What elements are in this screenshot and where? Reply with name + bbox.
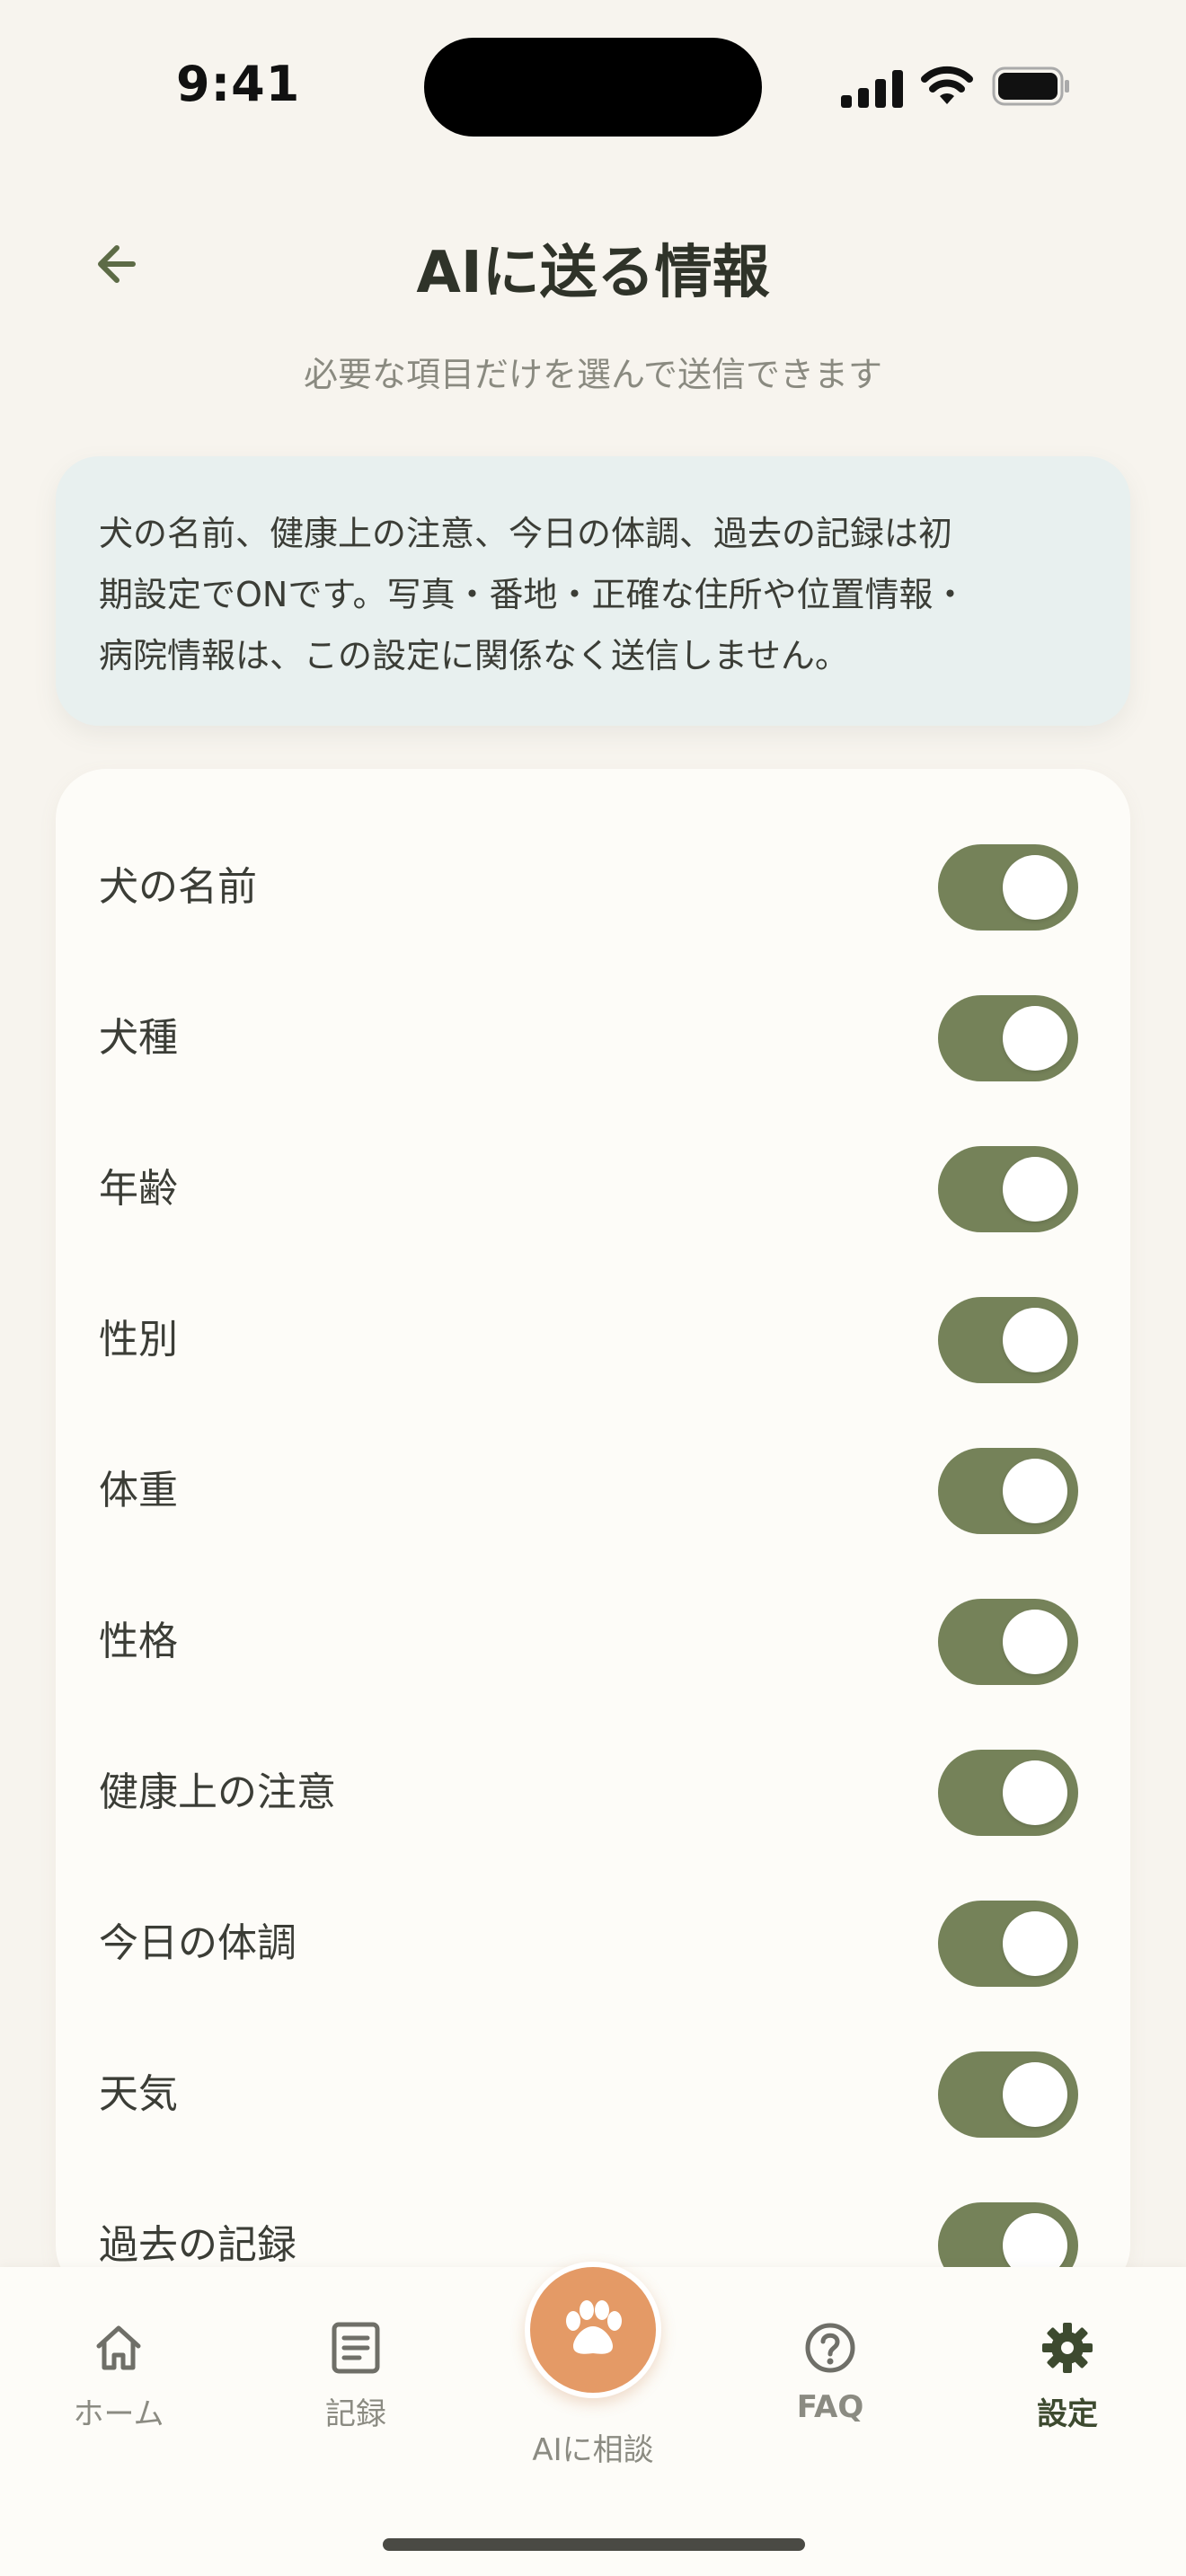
setting-label: 健康上の注意: [99, 1769, 336, 1815]
toggle-knob: [1003, 1006, 1067, 1071]
cellular-signal-icon: [841, 66, 904, 108]
dynamic-island: [424, 38, 762, 137]
setting-row-health-notes: 健康上の注意: [56, 1717, 1130, 1868]
toggle-knob: [1003, 1308, 1067, 1372]
setting-label: 性格: [99, 1619, 178, 1664]
setting-label: 犬種: [99, 1015, 178, 1061]
tab-label: 設定: [1037, 2396, 1098, 2432]
battery-icon: [992, 66, 1069, 106]
setting-label: 天気: [99, 2071, 178, 2117]
tab-home[interactable]: ホーム: [38, 2321, 199, 2447]
info-notice: 犬の名前、健康上の注意、今日の体調、過去の記録は初 期設定でONです。写真・番地…: [56, 456, 1130, 726]
info-line: 病院情報は、この設定に関係なく送信しません。: [99, 636, 849, 675]
tab-settings[interactable]: 設定: [987, 2321, 1148, 2447]
setting-label: 年齢: [99, 1166, 178, 1212]
status-bar: 9:41: [0, 0, 1186, 171]
tab-records[interactable]: 記録: [275, 2321, 437, 2447]
tab-label-ai[interactable]: AIに相談: [467, 2425, 719, 2469]
tab-bar: ホーム 記録 AIに相談 FAQ 設定: [0, 2262, 1186, 2576]
tab-label: 記録: [325, 2396, 386, 2432]
home-icon: [96, 2325, 141, 2370]
tab-faq[interactable]: FAQ: [749, 2321, 911, 2447]
setting-row-today-condition: 今日の体調: [56, 1868, 1130, 2019]
toggle-weather[interactable]: [938, 2051, 1078, 2138]
info-line: 期設定でONです。写真・番地・正確な住所や位置情報・: [99, 575, 968, 614]
setting-row-weather: 天気: [56, 2019, 1130, 2170]
ai-consult-button[interactable]: [525, 2262, 661, 2398]
status-time: 9:41: [176, 56, 301, 112]
question-circle-icon: [805, 2323, 855, 2373]
paw-icon: [566, 2300, 622, 2354]
toggle-knob: [1003, 2062, 1067, 2127]
setting-row-sex: 性別: [56, 1265, 1130, 1416]
setting-row-personality: 性格: [56, 1566, 1130, 1717]
tab-label: ホーム: [73, 2396, 164, 2432]
setting-row-weight: 体重: [56, 1416, 1130, 1566]
toggle-knob: [1003, 1760, 1067, 1825]
home-indicator: [383, 2538, 805, 2551]
page-subtitle: 必要な項目だけを選んで送信できます: [303, 355, 883, 394]
toggle-sex[interactable]: [938, 1297, 1078, 1383]
setting-label: 体重: [99, 1468, 178, 1513]
settings-card: 犬の名前 犬種 年齢 性別 体重 性格 健康上の注意 今日の体調 天気 過去の記…: [56, 769, 1130, 2296]
toggle-knob: [1003, 1459, 1067, 1523]
toggle-personality[interactable]: [938, 1599, 1078, 1685]
toggle-health-notes[interactable]: [938, 1750, 1078, 1836]
setting-label: 今日の体調: [99, 1920, 296, 1966]
toggle-today-condition[interactable]: [938, 1901, 1078, 1987]
toggle-weight[interactable]: [938, 1448, 1078, 1534]
gear-icon: [1042, 2323, 1093, 2373]
setting-row-breed: 犬種: [56, 963, 1130, 1114]
toggle-breed[interactable]: [938, 995, 1078, 1081]
toggle-knob: [1003, 1911, 1067, 1976]
tab-label: FAQ: [796, 2389, 864, 2425]
toggle-knob: [1003, 1157, 1067, 1222]
setting-row-age: 年齢: [56, 1114, 1130, 1265]
toggle-knob: [1003, 855, 1067, 920]
toggle-age[interactable]: [938, 1146, 1078, 1232]
toggle-knob: [1003, 1610, 1067, 1674]
page-title: AIに送る情報: [416, 240, 770, 306]
setting-label: 犬の名前: [99, 864, 257, 910]
setting-row-dog-name: 犬の名前: [56, 812, 1130, 963]
toggle-dog-name[interactable]: [938, 844, 1078, 931]
setting-label: 性別: [99, 1317, 178, 1363]
wifi-icon: [921, 66, 973, 104]
info-line: 犬の名前、健康上の注意、今日の体調、過去の記録は初: [99, 514, 953, 553]
document-icon: [332, 2322, 380, 2374]
